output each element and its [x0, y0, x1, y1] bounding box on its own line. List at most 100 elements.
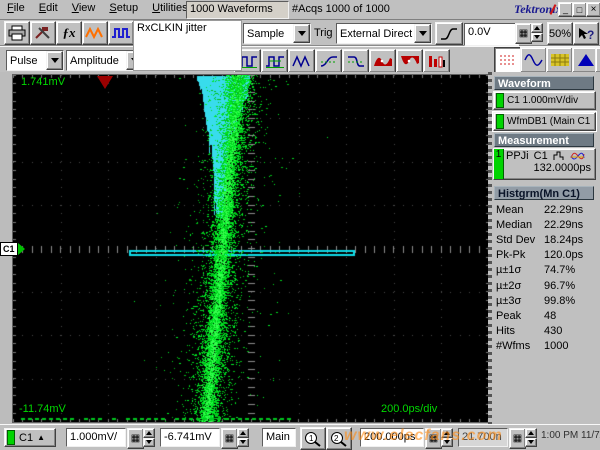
vertical-scale-stepper[interactable] [143, 428, 155, 447]
menu-edit[interactable]: Edit [32, 0, 65, 17]
close-button[interactable]: × [586, 2, 600, 17]
graticule: 1.741mV -11.74mV 200.0ps/div [12, 74, 490, 423]
waveform-item-wfmdb1[interactable]: WfmDB1 (Main C1 [493, 112, 596, 131]
meas-risetime-button[interactable] [315, 49, 342, 73]
math-button[interactable]: ƒx [56, 21, 82, 45]
measure-class-value: Pulse [7, 55, 46, 67]
watermark: www.elecfans.com [344, 427, 503, 445]
vertical-offset-keypad-button[interactable]: ▦ [221, 428, 238, 449]
display-vectors-button[interactable] [520, 47, 547, 73]
vertical-scale-keypad-button[interactable]: ▦ [127, 428, 144, 449]
magnifier-1-icon: 1 [303, 431, 323, 447]
chevron-down-icon[interactable] [46, 51, 63, 70]
graticule-top-voltage: 1.741mV [21, 76, 65, 88]
rising-edge-icon [439, 27, 459, 41]
waveform-item-label: WfmDB1 (Main C1 [507, 116, 590, 127]
meas-eye-button[interactable] [369, 49, 396, 73]
chevron-down-icon[interactable] [293, 24, 310, 43]
step-down-icon[interactable] [237, 438, 249, 448]
stat-row-median: Median22.29ns [496, 217, 598, 232]
histogram-peak-icon [553, 151, 565, 161]
step-down-icon[interactable] [531, 33, 543, 43]
step-up-icon[interactable] [143, 428, 155, 438]
panel-resize-grip[interactable] [488, 72, 492, 424]
meas-comm-button[interactable] [423, 49, 450, 73]
restore-button[interactable]: □ [572, 2, 587, 17]
trigger-level-keypad-button[interactable]: ▦ [515, 23, 532, 44]
step-down-icon[interactable] [525, 438, 537, 448]
trigger-source-value: External Direct [337, 28, 414, 40]
stat-row-mu1s: µ±1σ74.7% [496, 263, 598, 278]
svg-text:?: ? [587, 28, 594, 41]
acquisition-mode-select[interactable]: Sample [243, 23, 311, 44]
display-dots-button[interactable] [494, 47, 521, 73]
horizontal-mode-field: Main [262, 428, 296, 447]
toolbar-secondary: Pulse Amplitude [0, 46, 600, 73]
keypad-icon: ▦ [519, 29, 528, 39]
channel-color-swatch [7, 430, 15, 445]
vertical-offset-field[interactable]: -6.741mV [160, 428, 220, 447]
graticule-scale-label: 200.0ps/div [381, 403, 437, 415]
annotation-label-box[interactable]: RxCLKIN jitter [133, 20, 242, 71]
svg-text:2: 2 [334, 434, 339, 443]
vertical-offset-stepper[interactable] [237, 428, 249, 447]
tools-icon [33, 25, 53, 41]
meas-eye2-button[interactable] [396, 49, 423, 73]
print-button[interactable] [4, 21, 30, 45]
keypad-icon: ▦ [131, 434, 140, 444]
bottom-bar: C1 ▲ 1.000mV/ ▦ -6.741mV ▦ Main 1 2 200.… [0, 424, 600, 450]
dots-display-icon [498, 52, 518, 68]
menu-setup[interactable]: Setup [102, 0, 145, 17]
trigger-source-select[interactable]: External Direct [336, 23, 432, 44]
sine-display-icon [524, 52, 544, 68]
display-xy-button[interactable]: X [595, 47, 600, 73]
meas-burst-button[interactable] [288, 49, 315, 73]
channel-ref-marker[interactable]: C1 [0, 242, 25, 256]
digital-wave-button[interactable] [108, 21, 134, 45]
trigger-slope-button[interactable] [435, 22, 463, 45]
acquisition-mode-value: Sample [244, 28, 293, 40]
histogram-section-header[interactable]: Histgrm(Mn C1) [494, 186, 594, 200]
zoom1-button[interactable]: 1 [300, 427, 326, 450]
meas-freq-button[interactable] [261, 49, 288, 73]
measure-class-select[interactable]: Pulse [6, 50, 64, 71]
stat-row-mean: Mean22.29ns [496, 202, 598, 217]
step-up-icon[interactable] [525, 428, 537, 438]
stat-row-pkpk: Pk-Pk120.0ps [496, 248, 598, 263]
display-area: 1.741mV -11.74mV 200.0ps/div C1 [0, 72, 488, 424]
meas-falltime-button[interactable] [342, 49, 369, 73]
tools-button[interactable] [30, 21, 56, 45]
right-panel: Waveform C1 1.000mV/div WfmDB1 (Main C1 … [488, 72, 600, 424]
set-to-50pct-button[interactable]: 50% [547, 22, 573, 45]
channel-select-button[interactable]: C1 ▲ [4, 428, 56, 447]
waveform-count-status: 1000 Waveforms [186, 1, 289, 19]
waveform-item-c1[interactable]: C1 1.000mV/div [493, 91, 596, 110]
waveform-section-header: Waveform [494, 76, 594, 90]
waveform-display-button[interactable] [82, 21, 108, 45]
delay-keypad-button[interactable]: ▦ [509, 428, 526, 449]
step-up-icon[interactable] [531, 23, 543, 33]
vertical-scale-field[interactable]: 1.000mV/ [66, 428, 126, 447]
menu-view[interactable]: View [65, 0, 103, 17]
delay-stepper[interactable] [525, 428, 537, 447]
minimize-button[interactable]: _ [558, 2, 573, 17]
channel-ref-label: C1 [0, 242, 18, 256]
trig-label: Trig [314, 27, 333, 39]
channel-ref-arrow-icon [18, 243, 25, 255]
chevron-down-icon[interactable] [414, 24, 431, 43]
step-up-icon[interactable] [237, 428, 249, 438]
step-down-icon[interactable] [143, 438, 155, 448]
help-pointer-icon: ? [577, 27, 595, 41]
fx-icon: ƒx [63, 25, 76, 41]
trigger-level-field[interactable]: 0.0V [464, 23, 519, 46]
stat-row-stddev: Std Dev18.24ps [496, 232, 598, 247]
trigger-marker-icon[interactable] [97, 76, 113, 89]
trigger-level-stepper[interactable] [531, 23, 543, 42]
menu-file[interactable]: File [0, 0, 32, 17]
channel-color-swatch [496, 114, 504, 130]
measurement-item[interactable]: 1 PPJi C1 132.0000ps [493, 148, 596, 180]
display-intensity-button[interactable] [546, 47, 573, 73]
multiwave-icon [570, 151, 585, 161]
context-help-button[interactable]: ? [573, 22, 599, 45]
measurement-name: PPJi [506, 150, 529, 162]
